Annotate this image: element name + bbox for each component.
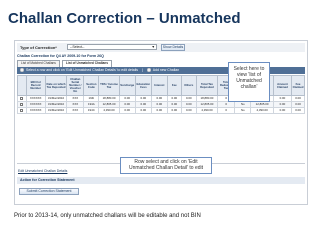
table-cell: XXX	[66, 107, 85, 114]
checkbox-icon[interactable]	[20, 102, 24, 106]
col-header: Challan Serial Number / Voucher No	[66, 75, 85, 96]
callout-unmatched-tab: Select here to view 'list of Unmatched c…	[228, 62, 270, 102]
tab-matched-challans[interactable]: List of Matched Challans	[17, 60, 60, 67]
col-header: Fee	[166, 75, 182, 96]
table-cell: 4,390.00	[250, 107, 274, 114]
table-cell: 0.00	[134, 107, 152, 114]
checkbox-icon[interactable]	[20, 108, 24, 112]
correction-type-select[interactable]: --Select-- ▼	[67, 44, 157, 50]
table-cell: 4,390.00	[195, 107, 219, 114]
table-row[interactable]: XXXXXX 31/Mar/2010 XXX 194A 12,805.00 0.…	[17, 101, 305, 108]
show-details-button[interactable]: Show Details	[161, 44, 185, 51]
correction-type-value: --Select--	[70, 45, 85, 49]
table-cell: No	[234, 107, 252, 114]
radio-edit-label: Select a row and click on 'Edit Unmatche…	[25, 68, 139, 72]
col-header: Fee Claimed	[291, 75, 305, 96]
slide-title: Challan Correction – Unmatched	[8, 10, 241, 27]
table-cell: 0.00	[166, 107, 182, 114]
correction-action-bar: Action for Correction Statement	[17, 177, 305, 184]
callout-edit-row: Row select and click on 'Edit Unmatched …	[120, 157, 212, 174]
col-header: TDS / Income Tax	[98, 75, 120, 96]
table-cell: XXXXXX	[25, 107, 46, 114]
table-cell: 4,390.00	[98, 107, 120, 114]
table-cell: 31/Mar/2010	[44, 95, 68, 102]
col-header: Total Tax Deposited	[195, 75, 219, 96]
table-cell: 0.00	[291, 107, 305, 114]
col-header: Surcharge	[118, 75, 136, 96]
row-checkbox[interactable]	[17, 107, 27, 114]
radio-edit-option[interactable]	[20, 68, 24, 73]
table-cell: 194C	[83, 107, 100, 114]
table-row[interactable]: XXXXXX 31/Mar/2010 XXX 194C 4,390.00 0.0…	[17, 107, 305, 114]
table-cell: 0	[217, 107, 236, 114]
table-cell: 31/Mar/2010	[44, 107, 68, 114]
table-cell: 0.00	[118, 107, 136, 114]
tab-unmatched-challans[interactable]: List of Unmatched Challans	[62, 60, 113, 67]
chevron-down-icon: ▼	[151, 45, 155, 49]
challan-tabs: List of Matched Challans List of Unmatch…	[17, 60, 197, 67]
separator: |	[142, 68, 143, 72]
col-header: Interest	[150, 75, 168, 96]
col-header: Section Code	[83, 75, 100, 96]
col-header: Date on which Tax Deposited	[44, 75, 68, 96]
table-cell: 0.00	[272, 107, 293, 114]
col-header-select	[17, 75, 27, 96]
filter-bar: Type of Correction* --Select-- ▼ Show De…	[17, 43, 305, 52]
edit-unmatched-challan-link[interactable]: Edit Unmatched Challan Details	[18, 169, 67, 173]
section-header: Challan Correction for Q4 AY 2009-10 for…	[17, 54, 104, 58]
col-header: Others	[180, 75, 197, 96]
bottom-note: Prior to 2013-14, only unmatched challan…	[14, 213, 201, 219]
checkbox-icon[interactable]	[20, 96, 24, 100]
radio-add-option[interactable]	[146, 68, 151, 73]
table-cell: 0.00	[180, 107, 197, 114]
col-header: Education Cess	[134, 75, 152, 96]
correction-type-label: Type of Correction*	[20, 45, 57, 50]
submit-correction-button[interactable]: Submit Correction Statement	[19, 188, 79, 195]
col-header: Amount Claimed	[272, 75, 293, 96]
table-cell: 0.00	[150, 107, 168, 114]
table-cell: 31/Mar/2010	[44, 101, 68, 108]
col-header: BIN Col Record Number	[25, 75, 46, 96]
radio-add-label: Add new Challan	[152, 68, 180, 72]
